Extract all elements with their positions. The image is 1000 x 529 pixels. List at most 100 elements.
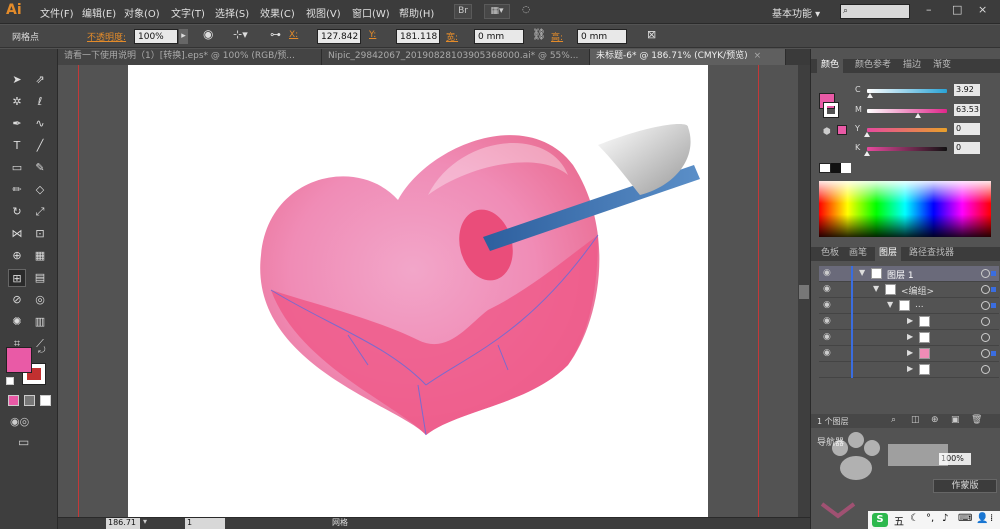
color-stroke-swatch[interactable] (823, 102, 839, 118)
gradient-tool-icon[interactable]: ▤ (31, 269, 49, 287)
expand-icon[interactable]: ▼ (873, 284, 879, 293)
layer-row[interactable]: ◉ ▶ (819, 314, 999, 330)
layer-row[interactable]: ◉ ▼ <编组> (819, 282, 999, 298)
transform-icon[interactable]: ⊹▾ (233, 28, 248, 41)
tab-brushes[interactable]: 画笔 (845, 247, 871, 261)
height-field[interactable]: 0 mm (577, 29, 627, 44)
apps-icon[interactable]: ⁞ (990, 513, 993, 524)
recolor-icon[interactable]: ◉ (203, 27, 213, 41)
layer-row[interactable]: ◉ ▼ ... (819, 298, 999, 314)
menu-effect[interactable]: 效果(C) (260, 5, 295, 20)
free-transform-tool-icon[interactable]: ⊡ (31, 225, 49, 243)
rectangle-tool-icon[interactable]: ▭ (8, 159, 26, 177)
slider-thumb[interactable] (867, 93, 874, 98)
gpu-icon[interactable]: ◌ (516, 4, 536, 19)
tab-document-2[interactable]: Nipic_29842067_20190828103905368000.ai* … (322, 49, 590, 65)
magic-wand-tool-icon[interactable]: ✲ (8, 93, 26, 111)
link-icon[interactable]: ⛓ (532, 28, 546, 41)
y-field[interactable]: 181.118 (396, 29, 440, 44)
screen-mode-icon[interactable]: ▭ (18, 435, 29, 449)
fill-swatch[interactable] (6, 347, 32, 373)
tab-layers[interactable]: 图层 (875, 247, 902, 261)
mic-icon[interactable]: ♪ (942, 513, 948, 524)
out-of-gamut-swatch[interactable] (837, 125, 847, 135)
white-swatch[interactable] (841, 163, 851, 173)
zoom-field[interactable]: 186.71 (106, 518, 140, 529)
vertical-scroll-thumb[interactable] (799, 285, 809, 299)
opacity-field[interactable]: 100% (134, 29, 178, 44)
layer-row[interactable]: ◉ ▼ 图层 1 (819, 266, 999, 282)
menu-type[interactable]: 文字(T) (171, 5, 205, 20)
blend-tool-icon[interactable]: ◎ (31, 291, 49, 309)
close-icon[interactable]: × (978, 3, 987, 16)
lasso-tool-icon[interactable]: ℓ (31, 93, 49, 111)
visibility-eye-icon[interactable]: ◉ (823, 316, 831, 326)
curvature-tool-icon[interactable]: ∿ (31, 115, 49, 133)
punctuation-icon[interactable]: °, (926, 513, 934, 524)
bridge-button[interactable]: Br (454, 4, 472, 19)
artboard-page-field[interactable]: 1 (185, 518, 225, 529)
menu-file[interactable]: 文件(F) (40, 5, 74, 20)
swap-colors-icon[interactable]: ⤾ (38, 346, 46, 356)
visibility-eye-icon[interactable]: ◉ (823, 284, 831, 294)
target-icon[interactable] (981, 333, 990, 342)
target-icon[interactable] (981, 285, 990, 294)
layer-row[interactable]: ◉ ▶ (819, 330, 999, 346)
delete-layer-icon[interactable]: 🗑 (971, 415, 982, 425)
channel-c-slider[interactable] (867, 89, 947, 98)
tab-color-guide[interactable]: 颜色参考 (851, 59, 895, 73)
expand-icon[interactable]: ▶ (907, 332, 913, 341)
slider-thumb[interactable] (864, 132, 870, 137)
slider-thumb[interactable] (864, 151, 870, 156)
pencil-tool-icon[interactable]: ✏ (8, 181, 26, 199)
expand-icon[interactable]: ▶ (907, 316, 913, 325)
isolate-icon[interactable]: ⊠ (647, 28, 656, 41)
channel-y-slider[interactable] (864, 128, 947, 137)
workspace-switcher[interactable]: 基本功能 ▾ (772, 5, 820, 20)
align-icon[interactable]: ⊶ (270, 28, 281, 41)
tab-document-active[interactable]: 未标题-6* @ 186.71% (CMYK/预览) × (590, 49, 786, 65)
rotate-tool-icon[interactable]: ↻ (8, 203, 26, 221)
color-mode-icon[interactable] (8, 395, 19, 406)
tab-stroke[interactable]: 描边 (899, 59, 925, 73)
channel-c-field[interactable]: 3.92 (954, 84, 980, 96)
visibility-eye-icon[interactable]: ◉ (823, 300, 831, 310)
expand-icon[interactable]: ▼ (887, 300, 893, 309)
direct-selection-tool-icon[interactable]: ⇗ (31, 71, 49, 89)
gradient-mode-icon[interactable] (24, 395, 35, 406)
tab-pathfinder[interactable]: 路径查找器 (905, 247, 958, 261)
tab-swatches[interactable]: 色板 (817, 247, 843, 261)
default-colors-icon[interactable] (6, 377, 14, 385)
mesh-tool-icon[interactable]: ⊞ (8, 269, 26, 287)
tab-color[interactable]: 颜色 (817, 59, 844, 73)
visibility-eye-icon[interactable]: ◉ (823, 348, 831, 358)
maximize-icon[interactable]: □ (952, 3, 962, 16)
shape-builder-tool-icon[interactable]: ⊕ (8, 247, 26, 265)
expand-icon[interactable]: ▶ (907, 364, 913, 373)
none-swatch[interactable] (819, 163, 831, 173)
draw-mode-icon[interactable]: ◉◎ (10, 415, 29, 428)
layer-name[interactable]: ... (915, 300, 924, 310)
search-input[interactable]: ⌕ (840, 4, 910, 19)
opacity-dropdown-icon[interactable]: ▸ (179, 29, 188, 44)
scale-tool-icon[interactable]: ⤢ (31, 203, 49, 221)
layer-row[interactable]: ◉ ▶ (819, 346, 999, 362)
menu-window[interactable]: 窗口(W) (352, 5, 390, 20)
target-icon[interactable] (981, 349, 990, 358)
target-icon[interactable] (981, 301, 990, 310)
moon-icon[interactable]: ☾ (910, 513, 919, 524)
expand-icon[interactable]: ▶ (907, 348, 913, 357)
tab-gradient[interactable]: 渐变 (929, 59, 955, 73)
artboard[interactable] (128, 65, 708, 517)
paintbrush-tool-icon[interactable]: ✎ (31, 159, 49, 177)
arrange-documents-icon[interactable]: ▦▾ (484, 4, 510, 19)
channel-y-field[interactable]: 0 (954, 123, 980, 135)
column-graph-tool-icon[interactable]: ▥ (31, 313, 49, 331)
target-icon[interactable] (981, 365, 990, 374)
line-tool-icon[interactable]: ╱ (31, 137, 49, 155)
layer-name[interactable]: <编组> (901, 284, 934, 297)
tab-document-1[interactable]: 请看一下使用说明（1）[转换].eps* @ 100% (RGB/预... (58, 49, 322, 65)
minimize-icon[interactable]: – (926, 3, 932, 16)
tab-close-icon[interactable]: × (754, 51, 762, 61)
eraser-tool-icon[interactable]: ◇ (31, 181, 49, 199)
